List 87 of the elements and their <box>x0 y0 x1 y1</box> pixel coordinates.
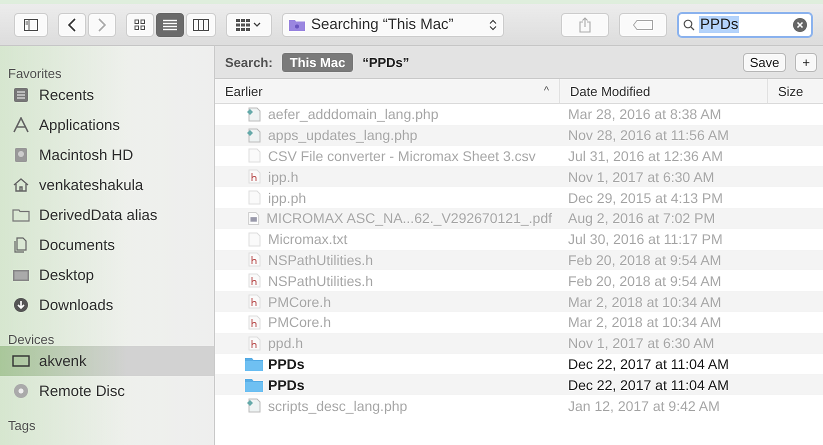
file-name: ipp.h <box>268 168 298 185</box>
date-cell: Nov 1, 2017 at 6:30 AM <box>568 335 714 352</box>
date-cell: Mar 2, 2018 at 10:34 AM <box>568 314 722 330</box>
grid-icon <box>134 18 146 30</box>
save-search-button[interactable]: Save <box>742 52 786 72</box>
tray-icon <box>12 87 30 103</box>
folder-icon <box>245 356 263 372</box>
file-name: Micromax.txt <box>268 231 348 248</box>
share-icon <box>579 16 591 32</box>
sidebar-item[interactable]: Downloads <box>0 290 214 320</box>
file-row[interactable]: PPDs Dec 22, 2017 at 11:04 AM <box>215 374 823 396</box>
folder-icon <box>12 207 30 223</box>
sidebar-item[interactable]: Applications <box>0 110 214 140</box>
file-name: ipp.ph <box>268 190 306 206</box>
download-icon <box>12 297 30 313</box>
sidebar-icon <box>24 18 38 30</box>
sidebar-item[interactable]: Recents <box>0 80 214 110</box>
house-icon <box>12 177 30 193</box>
date-cell: Dec 29, 2015 at 4:13 PM <box>568 190 723 206</box>
search-icon <box>683 18 695 30</box>
sidebar-item[interactable]: DerivedData alias <box>0 200 214 230</box>
file-row[interactable]: PPDs Dec 22, 2017 at 11:04 AM <box>215 354 823 374</box>
grid-dropdown-icon <box>236 18 262 30</box>
sidebar-item[interactable]: akvenk <box>0 346 214 376</box>
save-search-button[interactable]: + <box>795 52 817 72</box>
sidebar-item[interactable]: Remote Disc <box>0 376 214 406</box>
date-cell: Dec 22, 2017 at 11:04 AM <box>568 376 729 393</box>
back-button[interactable] <box>58 12 86 36</box>
folder-icon <box>245 377 263 392</box>
disc-icon <box>12 383 30 399</box>
chevron-right-icon <box>98 18 106 32</box>
list-icon <box>163 18 177 30</box>
file-name: MICROMAX ASC_NA...62._V292670121_.pdf <box>266 210 552 226</box>
column-header[interactable]: Size <box>768 79 823 103</box>
pdf-file-icon <box>245 210 262 226</box>
date-cell: Aug 2, 2016 at 7:02 PM <box>568 210 716 226</box>
date-cell: Mar 2, 2018 at 10:34 AM <box>568 294 722 310</box>
script-file-icon <box>245 398 263 414</box>
date-cell: Nov 1, 2017 at 6:30 AM <box>568 168 714 185</box>
file-name: ppd.h <box>268 335 304 352</box>
search-scope-label: Search: <box>225 54 273 70</box>
sidebar-item[interactable]: Macintosh HD <box>0 140 214 170</box>
columns-icon <box>193 18 209 30</box>
date-cell: Feb 20, 2018 at 9:54 AM <box>568 272 722 289</box>
file-name: apps_updates_lang.php <box>268 127 418 144</box>
search-field[interactable]: PPDs <box>677 12 813 38</box>
drive-icon <box>12 147 30 163</box>
sidebar-item[interactable]: Documents <box>0 230 214 260</box>
date-cell: Nov 28, 2016 at 11:56 AM <box>568 127 729 144</box>
sidebar-toggle-button[interactable] <box>14 12 48 36</box>
scope-button[interactable]: This Mac <box>282 52 354 72</box>
file-name: PMCore.h <box>268 314 332 330</box>
sidebar-item[interactable]: Desktop <box>0 260 214 290</box>
file-name: scripts_desc_lang.php <box>268 398 408 414</box>
group-button[interactable] <box>226 12 272 36</box>
file-name: PPDs <box>268 356 305 372</box>
monitor-icon <box>12 267 30 283</box>
date-cell: Jul 31, 2016 at 12:36 AM <box>568 148 723 164</box>
section-header: Devices <box>7 331 56 346</box>
file-name: NSPathUtilities.h <box>268 272 374 289</box>
sort-indicator: ^ <box>544 85 549 97</box>
script-file-icon <box>245 128 263 143</box>
date-cell: Jul 30, 2016 at 11:17 PM <box>568 231 723 248</box>
column-header[interactable]: Date Modified <box>560 79 768 103</box>
date-cell: Mar 28, 2016 at 8:38 AM <box>568 106 722 122</box>
file-name: PMCore.h <box>268 294 332 310</box>
file-name: aefer_adddomain_lang.php <box>268 106 438 122</box>
file-name: CSV File converter - Micromax Sheet 3.csv <box>268 148 536 164</box>
section-header: Favorites <box>7 65 62 80</box>
updown-icon <box>489 18 497 30</box>
location-popup[interactable]: Searching “This Mac” <box>282 12 504 36</box>
clear-icon[interactable] <box>793 18 807 32</box>
date-cell: Jan 12, 2017 at 9:42 AM <box>568 398 720 414</box>
date-cell: Feb 20, 2018 at 9:54 AM <box>568 252 722 268</box>
laptop-icon <box>12 353 30 369</box>
chevron-left-icon <box>68 18 76 32</box>
column-header[interactable]: Earlier ^ <box>215 79 560 103</box>
script-file-icon <box>245 106 263 122</box>
search-query: “PPDs” <box>362 54 410 70</box>
sidebar-item[interactable]: venkateshakula <box>0 170 214 200</box>
file-name: NSPathUtilities.h <box>268 252 374 268</box>
date-cell: Dec 22, 2017 at 11:04 AM <box>568 356 729 372</box>
file-name: PPDs <box>268 376 305 393</box>
section-header: Tags <box>7 417 36 432</box>
folder-icon <box>289 18 305 30</box>
view-mode-button[interactable] <box>156 12 184 36</box>
tag-icon <box>633 20 653 30</box>
